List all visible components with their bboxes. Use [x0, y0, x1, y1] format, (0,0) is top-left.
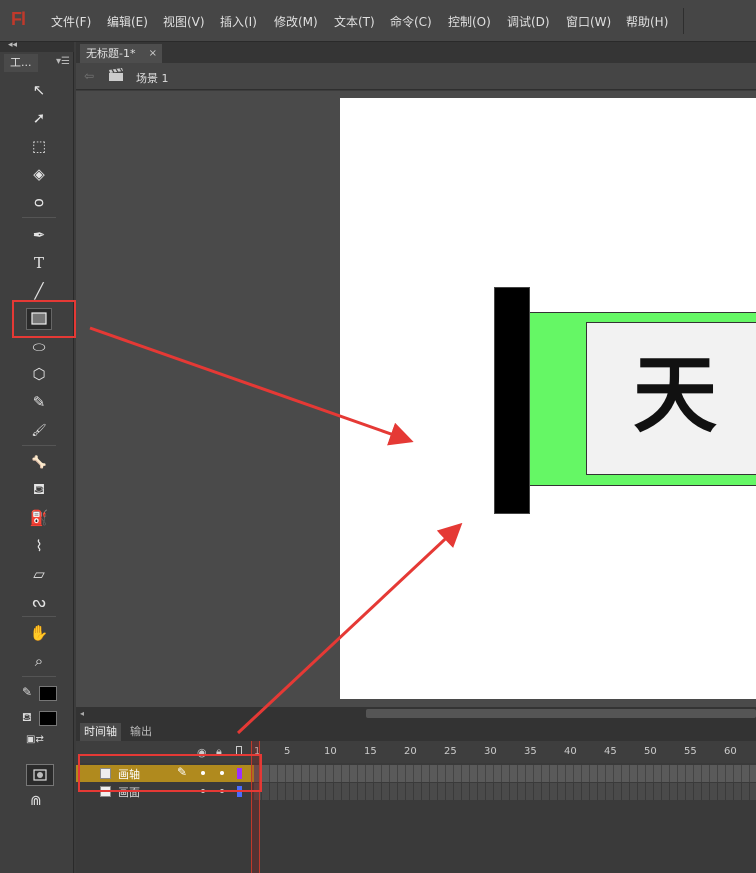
- scroll-paper-shape[interactable]: 天: [530, 312, 756, 486]
- frame-number: 60: [724, 746, 737, 757]
- 3d-rotation-tool-icon[interactable]: ◈: [26, 163, 52, 185]
- menu-window[interactable]: 窗口(W): [566, 13, 611, 30]
- frame-number: 55: [684, 746, 697, 757]
- zoom-tool-icon[interactable]: ⌕: [26, 650, 52, 672]
- frame-number: 5: [284, 746, 291, 757]
- toolbox-tab[interactable]: 工...: [4, 54, 38, 72]
- stroke-color-control[interactable]: ✎: [20, 684, 60, 702]
- menu-insert[interactable]: 插入(I): [220, 13, 257, 30]
- horizontal-scrollbar[interactable]: ◂: [76, 707, 756, 720]
- tab-timeline[interactable]: 时间轴: [80, 723, 121, 741]
- menu-file[interactable]: 文件(F): [51, 13, 91, 30]
- menu-debug[interactable]: 调试(D): [507, 13, 550, 30]
- swap-colors-icon[interactable]: ▣⇄: [26, 734, 52, 748]
- fill-color-control[interactable]: ⛾: [20, 709, 60, 727]
- document-tab-bar: 无标题-1* ×: [76, 42, 756, 63]
- tool-divider: [22, 445, 56, 446]
- subselection-tool-icon[interactable]: ➚: [26, 107, 52, 129]
- toolbox-header: ◂◂: [0, 40, 74, 52]
- scroll-painting-area[interactable]: 天: [586, 322, 756, 475]
- eyedropper-tool-icon[interactable]: ⌇: [26, 535, 52, 557]
- timeline-empty-area: [76, 802, 756, 873]
- brush-tool-icon[interactable]: 🖌: [26, 419, 52, 441]
- menu-separator: [683, 8, 684, 34]
- snap-magnet-icon[interactable]: ⋒: [30, 793, 42, 809]
- toolbox-panel: ◂◂ 工... ▾☰ ↖ ➚ ⬚ ◈ ᴑ ✒ T ╱ ⬭ ⬡ ✎ 🖌 🦴 ⛾ ⛽…: [0, 40, 74, 873]
- ink-bottle-tool-icon[interactable]: ⛽: [26, 507, 52, 529]
- frame-number: 50: [644, 746, 657, 757]
- collapse-icon[interactable]: ◂◂: [8, 40, 17, 50]
- pencil-icon: ✎: [22, 685, 33, 699]
- menu-control[interactable]: 控制(O): [448, 13, 491, 30]
- clapperboard-icon: [109, 68, 123, 81]
- bucket-icon: ⛾: [22, 710, 32, 724]
- back-arrow-icon[interactable]: ⇦: [84, 69, 94, 83]
- polystar-tool-icon[interactable]: ⬡: [26, 363, 52, 385]
- stroke-color-swatch[interactable]: [39, 686, 57, 701]
- object-drawing-icon[interactable]: [26, 764, 54, 786]
- frame-number: 15: [364, 746, 377, 757]
- selection-tool-icon[interactable]: ↖: [26, 79, 52, 101]
- tab-output[interactable]: 输出: [126, 723, 156, 741]
- frame-number: 40: [564, 746, 577, 757]
- layer-frames[interactable]: [254, 765, 756, 782]
- timeline-tab-bar: 时间轴 输出: [76, 720, 756, 741]
- annotation-box-rectangle-tool: [12, 300, 76, 338]
- menu-modify[interactable]: 修改(M): [274, 13, 318, 30]
- menu-commands[interactable]: 命令(C): [390, 13, 432, 30]
- calligraphy-character: 天: [633, 345, 718, 444]
- tool-divider: [22, 616, 56, 617]
- annotation-box-layer: [78, 754, 262, 792]
- scene-label[interactable]: 场景 1: [136, 70, 169, 86]
- bone-tool-icon[interactable]: 🦴: [26, 451, 52, 473]
- close-icon[interactable]: ×: [149, 44, 157, 63]
- document-tab[interactable]: 无标题-1* ×: [80, 44, 162, 63]
- frame-number: 20: [404, 746, 417, 757]
- stage-canvas[interactable]: 天: [340, 98, 756, 699]
- frame-number: 30: [484, 746, 497, 757]
- paint-bucket-tool-icon[interactable]: ⛾: [26, 479, 52, 501]
- tool-divider: [22, 217, 56, 218]
- hand-tool-icon[interactable]: ✋: [26, 622, 52, 644]
- menu-bar: Fl 文件(F) 编辑(E) 视图(V) 插入(I) 修改(M) 文本(T) 命…: [0, 0, 756, 42]
- app-logo: Fl: [11, 9, 26, 29]
- width-tool-icon[interactable]: ᔓ: [26, 591, 52, 613]
- pen-tool-icon[interactable]: ✒: [26, 224, 52, 246]
- menu-edit[interactable]: 编辑(E): [107, 13, 148, 30]
- lasso-tool-icon[interactable]: ᴑ: [26, 191, 52, 213]
- line-tool-icon[interactable]: ╱: [26, 280, 52, 302]
- panel-menu-icon[interactable]: ▾☰: [56, 56, 70, 67]
- menu-help[interactable]: 帮助(H): [626, 13, 668, 30]
- menu-view[interactable]: 视图(V): [163, 13, 205, 30]
- menu-text[interactable]: 文本(T): [334, 13, 375, 30]
- document-tab-title: 无标题-1*: [86, 47, 136, 60]
- fill-color-swatch[interactable]: [39, 711, 57, 726]
- frame-number: 10: [324, 746, 337, 757]
- text-tool-icon[interactable]: T: [26, 252, 52, 274]
- frame-number: 25: [444, 746, 457, 757]
- tool-divider: [22, 676, 56, 677]
- scroll-rod-shape[interactable]: [494, 287, 530, 514]
- frame-number: 45: [604, 746, 617, 757]
- pencil-tool-icon[interactable]: ✎: [26, 391, 52, 413]
- frame-number: 35: [524, 746, 537, 757]
- free-transform-tool-icon[interactable]: ⬚: [26, 135, 52, 157]
- scroll-left-icon[interactable]: ◂: [80, 707, 84, 720]
- pasteboard: 天: [76, 91, 756, 707]
- layer-frames[interactable]: [254, 783, 756, 800]
- scrollbar-thumb[interactable]: [366, 709, 756, 718]
- eraser-tool-icon[interactable]: ▱: [26, 563, 52, 585]
- scene-bar: ⇦ 场景 1: [76, 63, 756, 90]
- oval-tool-icon[interactable]: ⬭: [26, 336, 52, 358]
- timeline-panel: 时间轴 输出 ◉ 🔒︎ 1 5 10 15 20 25 30 35 40 45 …: [76, 720, 756, 873]
